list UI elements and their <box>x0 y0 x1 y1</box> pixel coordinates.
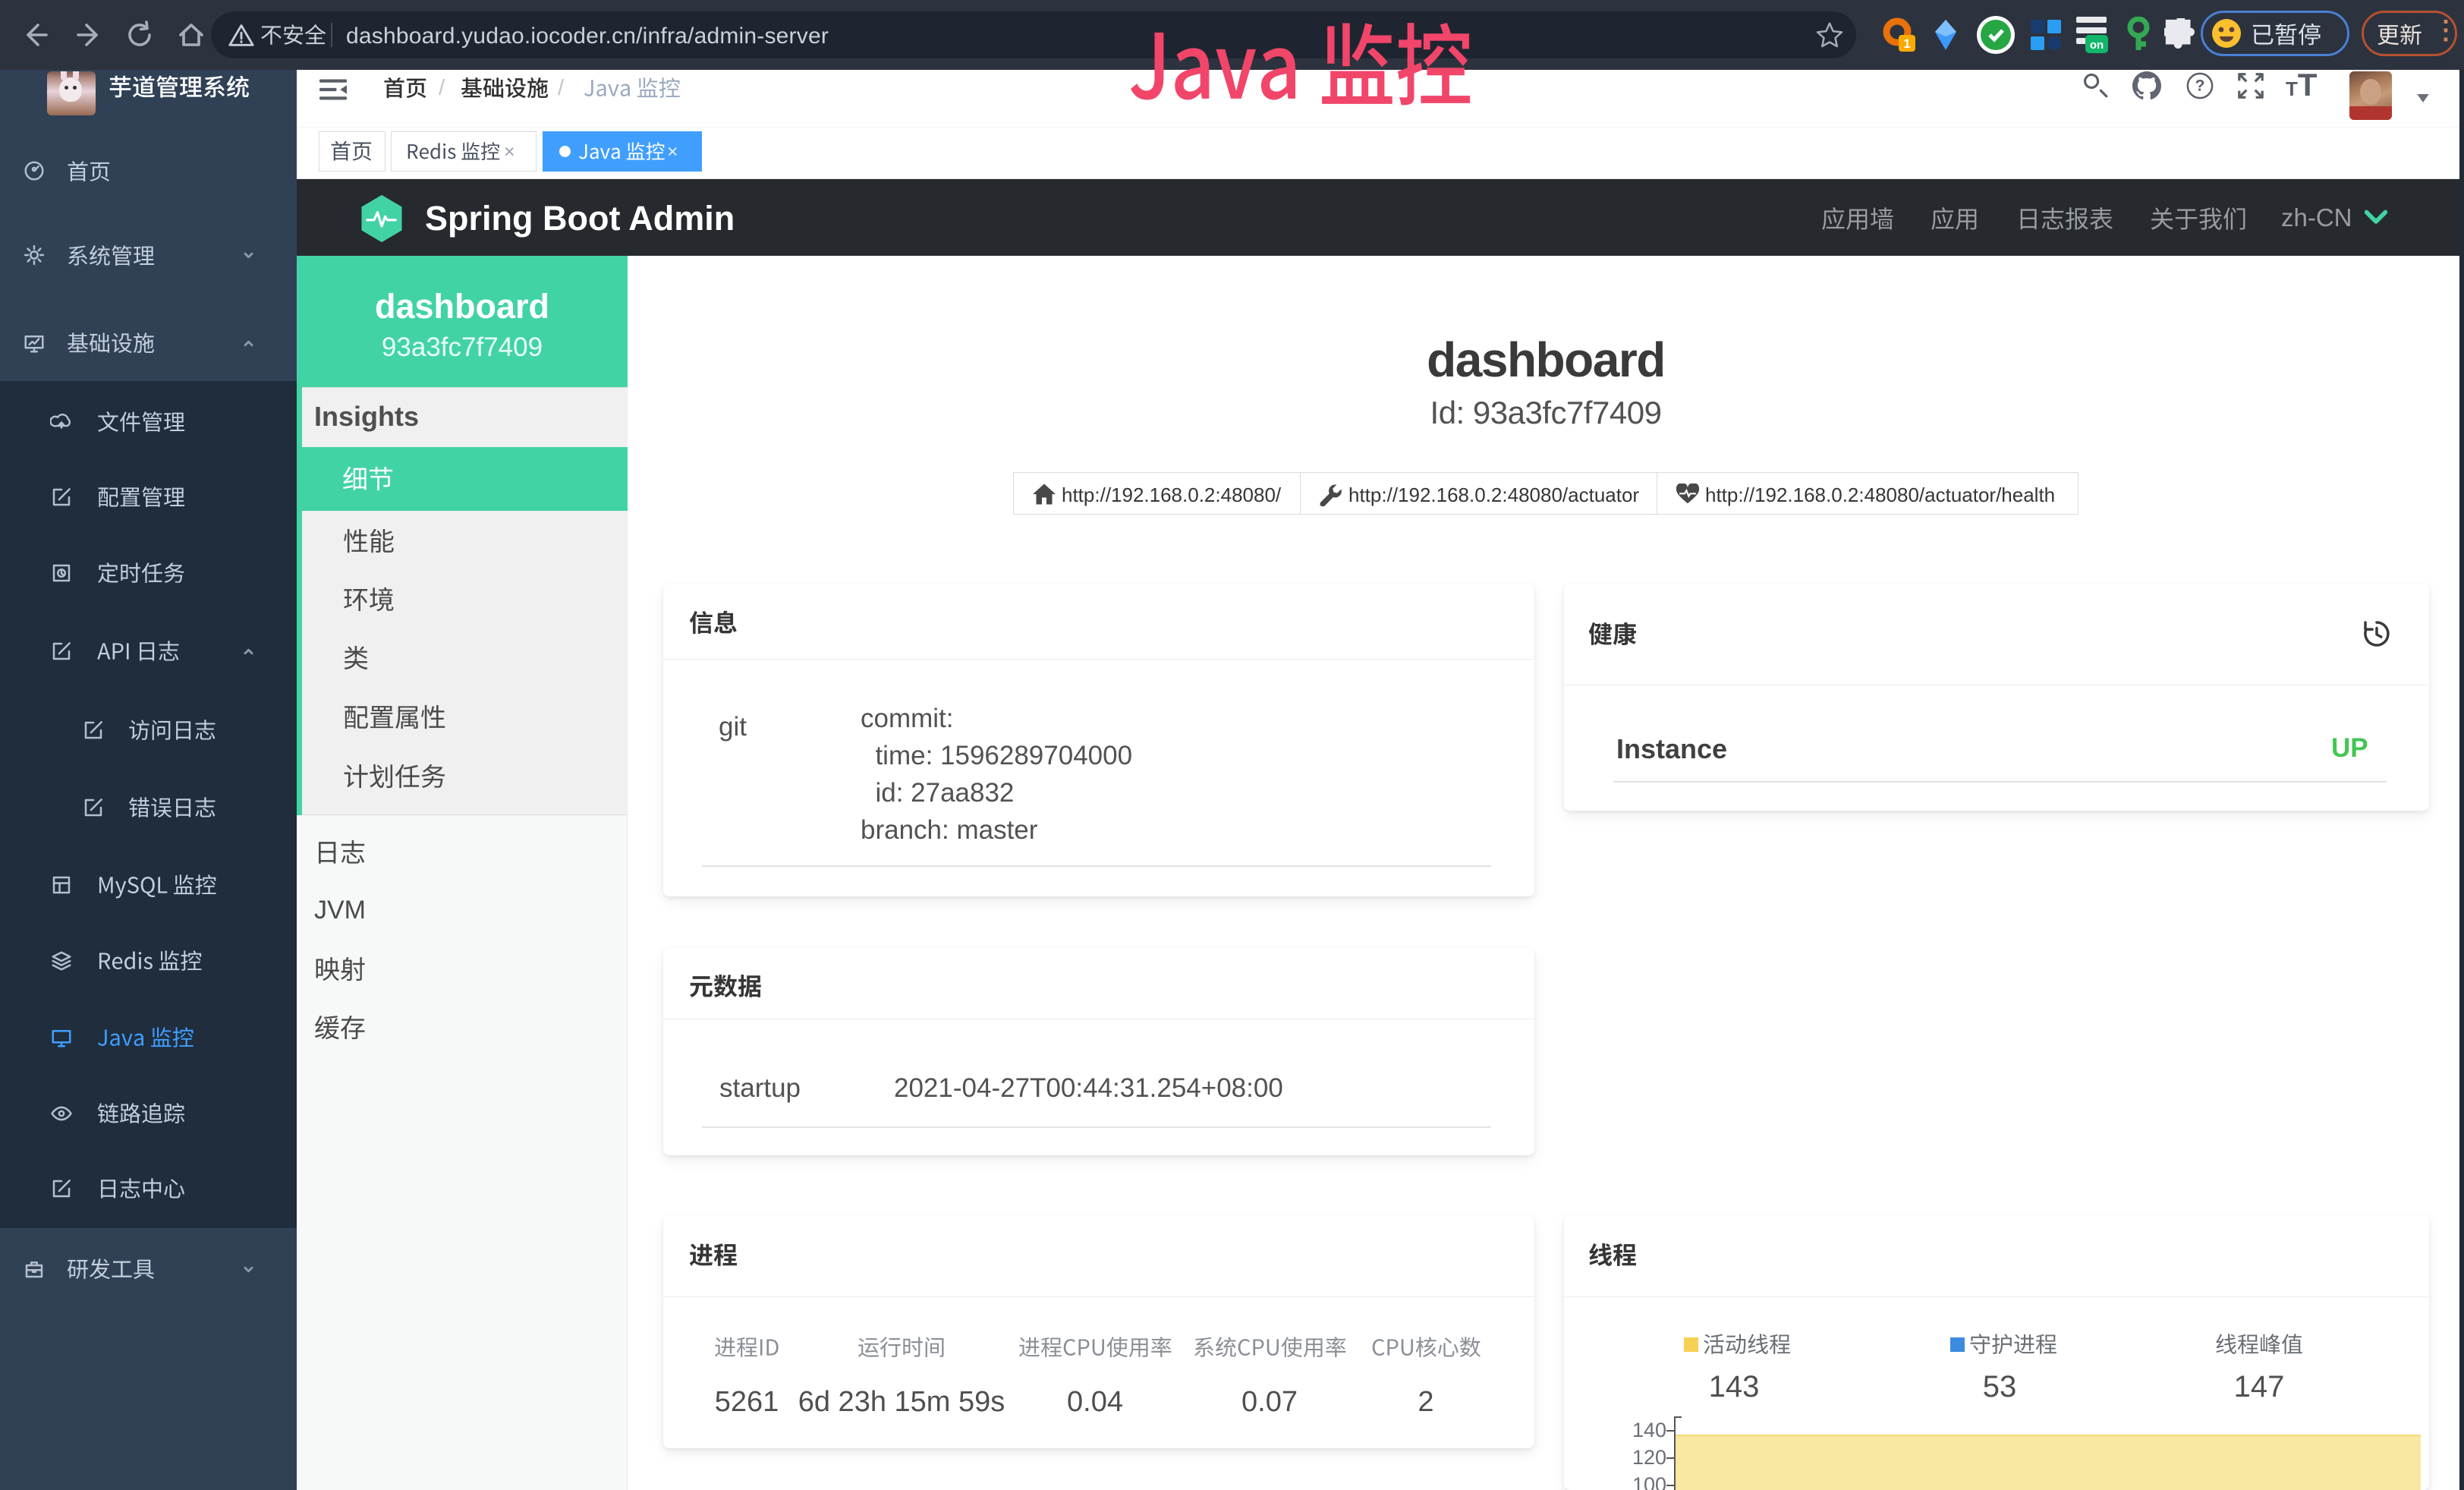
svg-text:on: on <box>2090 39 2104 52</box>
svg-text:1: 1 <box>1903 36 1910 51</box>
svg-text:?: ? <box>2195 77 2205 95</box>
